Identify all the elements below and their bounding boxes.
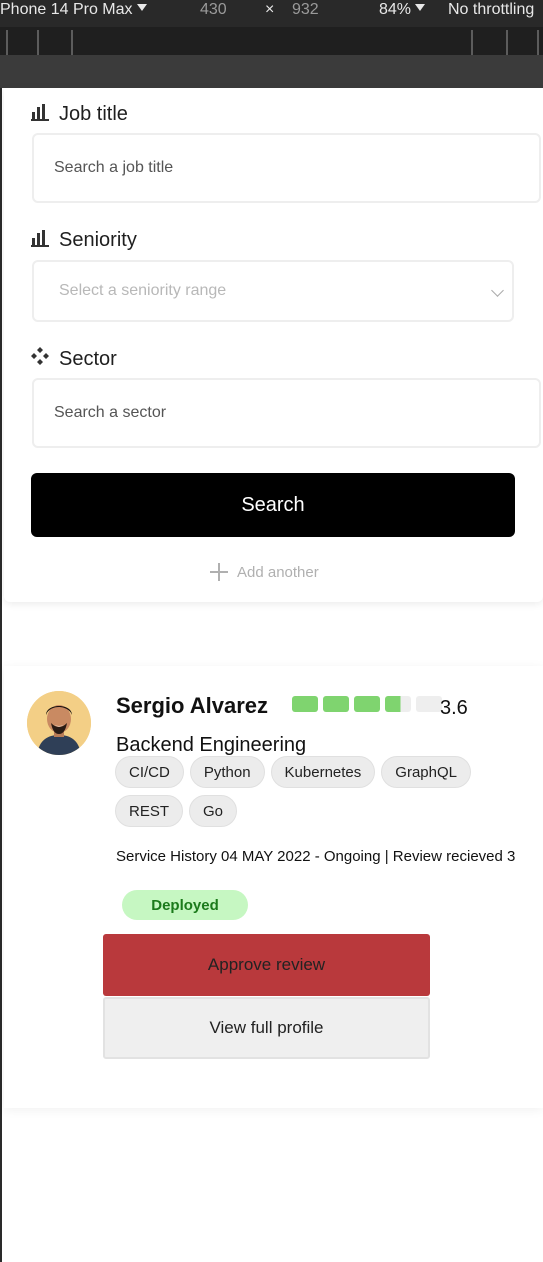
view-full-profile-button[interactable]: View full profile: [103, 997, 430, 1059]
rating-segment: [385, 696, 411, 712]
rating-segment: [323, 696, 349, 712]
search-button[interactable]: Search: [31, 473, 515, 537]
seniority-select[interactable]: Select a seniority range: [32, 260, 514, 322]
zoom-select[interactable]: 84%: [379, 0, 426, 20]
width-input[interactable]: 430: [200, 0, 227, 20]
zoom-value: 84%: [379, 1, 412, 18]
ruler-tick: [471, 30, 473, 55]
skill-tag: Go: [189, 795, 238, 827]
ruler-tick: [6, 30, 8, 55]
service-history: Service History 04 MAY 2022 - Ongoing | …: [116, 848, 516, 865]
rating-segment: [416, 696, 442, 712]
candidate-role: Backend Engineering: [116, 734, 307, 756]
add-another-button[interactable]: Add another: [209, 562, 319, 582]
avatar-image: [27, 691, 91, 755]
device-dropdown-icon: [136, 4, 147, 11]
throttling-select[interactable]: No throttling: [448, 0, 534, 20]
skill-tag: REST: [115, 795, 184, 827]
plus-icon: [209, 562, 229, 582]
seniority-label: Seniority: [59, 229, 137, 251]
candidate-name: Sergio Alvarez: [116, 693, 269, 718]
add-another-label: Add another: [237, 563, 319, 581]
device-select[interactable]: Phone 14 Pro Max: [0, 0, 147, 20]
ruler-tick: [537, 30, 539, 55]
zoom-dropdown-icon: [415, 4, 426, 11]
ruler-tick: [506, 30, 508, 55]
device-name: Phone 14 Pro Max: [0, 1, 133, 18]
status-badge: Deployed: [122, 890, 248, 920]
skill-tag: Python: [189, 756, 265, 788]
ruler-tick: [71, 30, 73, 55]
dimension-separator: ×: [265, 1, 275, 18]
sector-label: Sector: [59, 348, 117, 370]
skill-tag: Kubernetes: [270, 756, 376, 788]
approve-review-button[interactable]: Approve review: [103, 934, 430, 996]
viewport-header-gap: [0, 55, 543, 88]
rating-value: 3.6: [440, 697, 468, 719]
diamonds-icon: [31, 347, 49, 365]
chevron-down-icon: [491, 284, 504, 297]
ruler-tick: [37, 30, 39, 55]
seniority-placeholder: Select a seniority range: [59, 282, 227, 299]
rating-meter: [292, 696, 442, 712]
height-input[interactable]: 932: [292, 0, 319, 20]
skill-tags: CI/CD Python Kubernetes GraphQL REST Go: [115, 756, 535, 827]
job-title-input[interactable]: Search a job title: [32, 133, 541, 203]
skill-tag: CI/CD: [115, 756, 184, 788]
job-title-label: Job title: [59, 103, 128, 125]
avatar[interactable]: [27, 691, 91, 755]
rating-segment: [292, 696, 318, 712]
skill-tag: GraphQL: [381, 756, 471, 788]
bar-chart-icon: [31, 230, 49, 247]
bar-chart-icon: [31, 104, 49, 121]
rating-segment: [354, 696, 380, 712]
media-query-ruler: [0, 27, 543, 55]
sector-input[interactable]: Search a sector: [32, 378, 541, 448]
devtools-toolbar: Phone 14 Pro Max 430 × 932 84% No thrott…: [0, 0, 543, 27]
viewport-edge: [0, 88, 2, 1262]
